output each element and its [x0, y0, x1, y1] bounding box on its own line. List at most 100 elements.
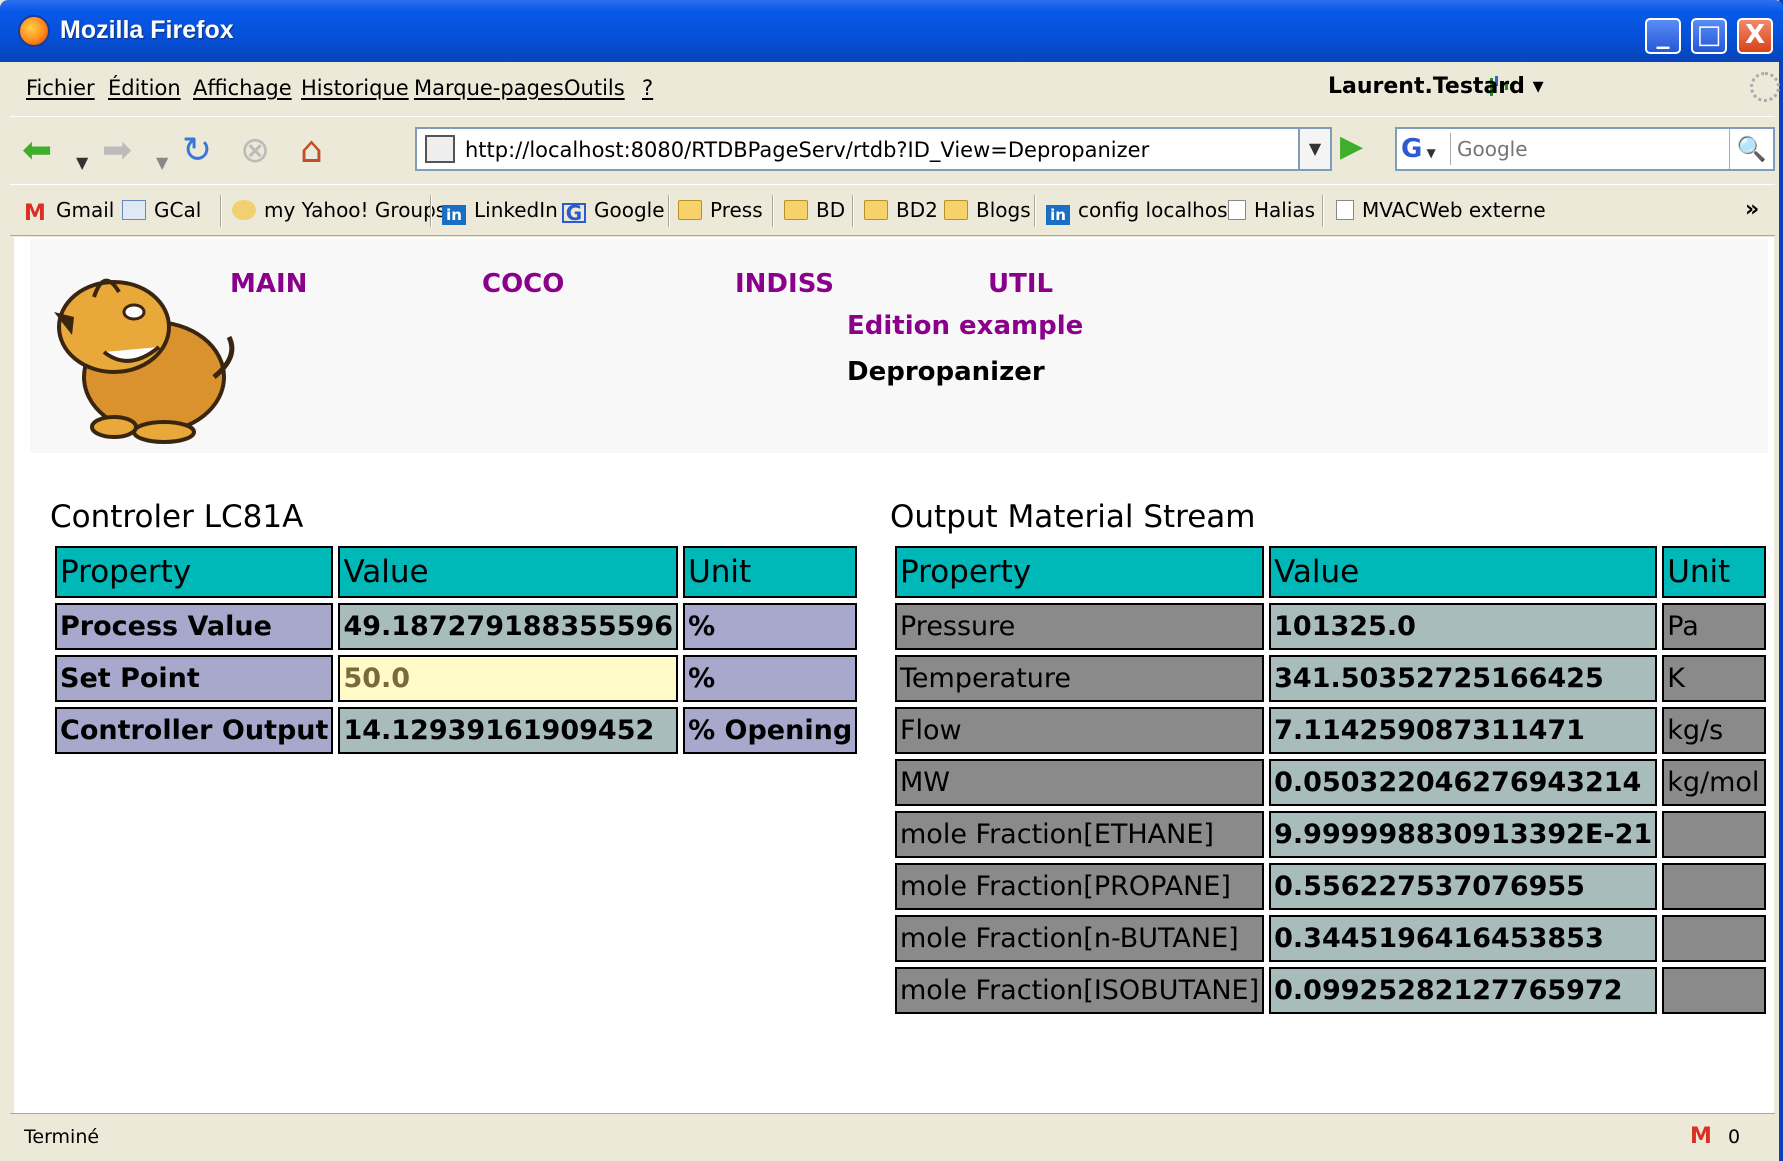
table-row: Pressure 101325.0 Pa: [895, 603, 1767, 650]
stream-table: Property Value Unit Pressure 101325.0 Pa T…: [890, 541, 1771, 1019]
value-cell: 101325.0: [1269, 603, 1658, 650]
table-header-row: Property Value Unit: [55, 546, 858, 598]
table-row: mole Fraction[n-BUTANE] 0.344519641645385…: [895, 915, 1767, 962]
stream-title: Output Material Stream: [890, 499, 1256, 535]
bookmark-blogs[interactable]: Blogs: [944, 198, 1031, 222]
bookmark-halias[interactable]: Halias: [1228, 198, 1315, 222]
table-header-row: Property Value Unit: [895, 546, 1767, 598]
separator: [1322, 195, 1324, 227]
nav-link-indiss[interactable]: INDISS: [735, 269, 834, 299]
search-bar: G ▼ 🔍: [1395, 127, 1775, 171]
firefox-logo-icon: [18, 15, 50, 47]
separator: [430, 195, 432, 227]
property-cell: Set Point: [55, 655, 334, 702]
table-row: Process Value 49.187279188355596 %: [55, 603, 858, 650]
nav-link-util[interactable]: UTIL: [988, 269, 1053, 299]
value-cell: 0.050322046276943214: [1269, 759, 1658, 806]
gmail-notifier-icon[interactable]: M: [1690, 1124, 1712, 1149]
setpoint-cell: [338, 655, 679, 702]
bookmark-bd[interactable]: BD: [784, 198, 845, 222]
page-icon: [425, 135, 455, 163]
table-row: mole Fraction[ISOBUTANE] 0.09925282127765…: [895, 967, 1767, 1014]
browser-window: Mozilla Firefox _ □ X Fichier Édition Af…: [0, 0, 1783, 1161]
unit-cell: kg/mol: [1662, 759, 1767, 806]
menu-affichage[interactable]: Affichage: [193, 76, 292, 100]
search-magnifier-icon[interactable]: 🔍: [1729, 129, 1773, 169]
bookmark-label: Gmail: [56, 198, 115, 222]
forward-dropdown-icon[interactable]: ▼: [156, 143, 168, 183]
back-arrow-icon[interactable]: ⬅: [22, 131, 52, 171]
separator: [772, 195, 774, 227]
header-value: Value: [338, 546, 679, 598]
calendar-icon: [122, 200, 146, 220]
home-icon[interactable]: ⌂: [300, 131, 323, 171]
stop-icon[interactable]: ⊗: [240, 131, 270, 171]
page-icon: [1228, 200, 1246, 220]
header-property: Property: [895, 546, 1265, 598]
minimize-button[interactable]: _: [1645, 18, 1681, 54]
bookmark-google[interactable]: G Google: [562, 198, 665, 223]
page-header: MAIN COCO INDISS UTIL Edition example De…: [30, 239, 1768, 453]
search-input[interactable]: [1457, 133, 1717, 165]
nav-link-coco[interactable]: COCO: [482, 269, 564, 299]
separator: [852, 195, 854, 227]
folder-icon: [678, 200, 702, 220]
title-bar[interactable]: Mozilla Firefox _ □ X: [0, 0, 1783, 62]
property-cell: Controller Output: [55, 707, 334, 754]
table-row: mole Fraction[PROPANE] 0.556227537076955: [895, 863, 1767, 910]
nav-link-main[interactable]: MAIN: [230, 269, 307, 299]
value-cell: 0.09925282127765972: [1269, 967, 1658, 1014]
bookmark-linkedin[interactable]: in LinkedIn: [442, 198, 558, 225]
url-history-dropdown[interactable]: ▼: [1300, 127, 1332, 171]
bookmarks-overflow-chevron-icon[interactable]: »: [1745, 197, 1759, 222]
maximize-button[interactable]: □: [1691, 18, 1727, 54]
menu-marque-pages[interactable]: Marque-pages: [414, 76, 564, 100]
bookmark-label: Google: [594, 198, 665, 222]
search-engine-selector[interactable]: G ▼: [1401, 133, 1451, 165]
unit-cell: Pa: [1662, 603, 1767, 650]
menu-help[interactable]: ?: [642, 76, 653, 100]
bookmark-gcal[interactable]: GCal: [122, 198, 201, 222]
reload-icon[interactable]: ↻: [182, 131, 212, 171]
bookmark-mvacweb[interactable]: MVACWeb externe: [1336, 198, 1546, 222]
setpoint-input[interactable]: [343, 663, 674, 694]
menu-edition[interactable]: Édition: [108, 76, 181, 100]
forward-arrow-icon[interactable]: ➡: [102, 131, 132, 171]
url-text[interactable]: http://localhost:8080/RTDBPageServ/rtdb?…: [465, 138, 1149, 162]
bookmark-label: my Yahoo! Groups: [264, 198, 447, 222]
bookmark-gmail[interactable]: M Gmail: [24, 198, 115, 225]
menu-historique[interactable]: Historique: [301, 76, 409, 100]
url-bar[interactable]: http://localhost:8080/RTDBPageServ/rtdb?…: [415, 127, 1300, 171]
property-cell: Temperature: [895, 655, 1265, 702]
menu-outils[interactable]: Outils: [564, 76, 625, 100]
bookmark-label: BD2: [896, 198, 938, 222]
page-icon: [1336, 200, 1354, 220]
status-text: Terminé: [24, 1126, 100, 1148]
controller-table: Property Value Unit Process Value 49.187…: [50, 541, 862, 759]
back-dropdown-icon[interactable]: ▼: [76, 143, 88, 183]
nav-link-edition-example[interactable]: Edition example: [847, 311, 1083, 341]
menu-fichier[interactable]: Fichier: [26, 76, 95, 100]
navigation-toolbar: ⬅ ▼ ➡ ▼ ↻ ⊗ ⌂ http://localhost:8080/RTDB…: [10, 116, 1775, 182]
linkedin-icon: in: [442, 205, 466, 225]
table-row: Set Point %: [55, 655, 858, 702]
user-menu[interactable]: Laurent.Testard ▾: [1328, 74, 1544, 99]
folder-icon: [864, 200, 888, 220]
google-icon: G: [1401, 134, 1423, 164]
unit-cell: kg/s: [1662, 707, 1767, 754]
close-button[interactable]: X: [1737, 18, 1773, 54]
unit-cell: K: [1662, 655, 1767, 702]
bookmark-yahoo-groups[interactable]: my Yahoo! Groups: [232, 198, 446, 222]
page-content: MAIN COCO INDISS UTIL Edition example De…: [14, 237, 1774, 1113]
value-cell: 7.114259087311471: [1269, 707, 1658, 754]
table-row: Flow 7.114259087311471 kg/s: [895, 707, 1767, 754]
bookmark-label: config localhost: [1078, 198, 1236, 222]
bookmark-press[interactable]: Press: [678, 198, 763, 222]
separator: [668, 195, 670, 227]
go-arrow-icon[interactable]: ▶: [1340, 129, 1363, 164]
unit-cell: [1662, 863, 1767, 910]
bookmark-bd2[interactable]: BD2: [864, 198, 938, 222]
controller-title: Controler LC81A: [50, 499, 304, 535]
property-cell: Process Value: [55, 603, 334, 650]
bookmark-config-localhost[interactable]: in config localhost: [1046, 198, 1235, 225]
